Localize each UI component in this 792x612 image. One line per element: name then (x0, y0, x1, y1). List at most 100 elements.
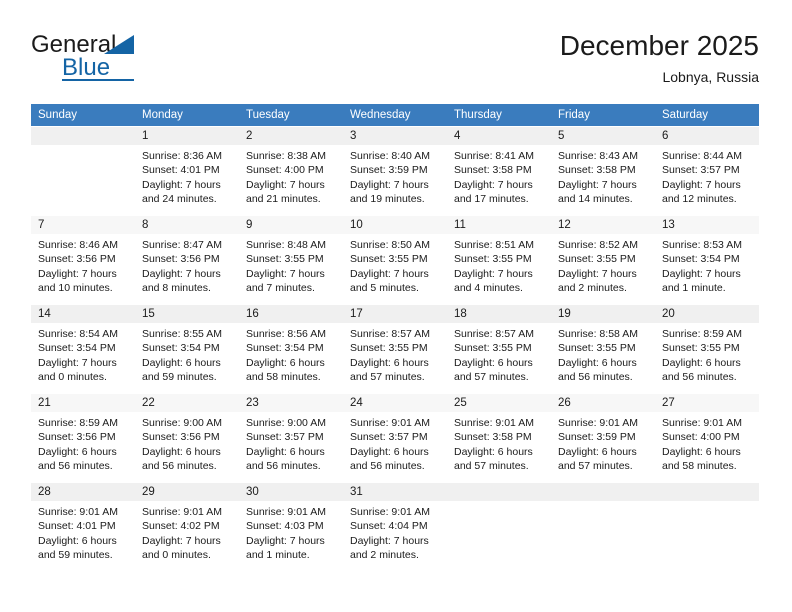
daylight-line-cont: and 58 minutes. (662, 459, 737, 472)
sunset-line: Sunset: 3:59 PM (558, 431, 636, 444)
day-number: 17 (343, 305, 447, 323)
daylight-line-cont: and 4 minutes. (454, 281, 523, 294)
daylight-line-cont: and 17 minutes. (454, 192, 529, 205)
day-cell-inner: 13 Sunrise: 8:53 AM Sunset: 3:54 PM Dayligh… (655, 215, 759, 304)
calendar-day-cell[interactable]: 23 Sunrise: 9:00 AM Sunset: 3:57 PM Dayligh… (239, 393, 343, 482)
calendar-day-cell[interactable]: 4 Sunrise: 8:41 AM Sunset: 3:58 PM Daylight… (447, 126, 551, 215)
day-details: Sunrise: 8:54 AM Sunset: 3:54 PM Daylight:… (31, 323, 135, 384)
day-details (655, 501, 759, 505)
sunset-line: Sunset: 3:54 PM (662, 253, 740, 266)
daylight-line-cont: and 5 minutes. (350, 281, 419, 294)
sunset-line: Sunset: 3:56 PM (38, 253, 116, 266)
calendar-week-row: 14 Sunrise: 8:54 AM Sunset: 3:54 PM Dayligh… (31, 304, 759, 393)
day-cell-inner: 29 Sunrise: 9:01 AM Sunset: 4:02 PM Dayligh… (135, 482, 239, 571)
calendar-day-cell[interactable]: 29 Sunrise: 9:01 AM Sunset: 4:02 PM Dayligh… (135, 482, 239, 571)
sunset-line: Sunset: 3:57 PM (662, 164, 740, 177)
day-cell-inner: 9 Sunrise: 8:48 AM Sunset: 3:55 PM Daylight… (239, 215, 343, 304)
calendar-day-cell[interactable]: 18 Sunrise: 8:57 AM Sunset: 3:55 PM Dayligh… (447, 304, 551, 393)
sunrise-line: Sunrise: 8:36 AM (142, 150, 222, 162)
day-details (551, 501, 655, 505)
sunrise-line: Sunrise: 9:01 AM (246, 506, 326, 518)
sunrise-line: Sunrise: 8:40 AM (350, 150, 430, 162)
day-details: Sunrise: 8:44 AM Sunset: 3:57 PM Daylight:… (655, 145, 759, 206)
calendar-day-cell[interactable]: 28 Sunrise: 9:01 AM Sunset: 4:01 PM Dayligh… (31, 482, 135, 571)
sunrise-line: Sunrise: 8:58 AM (558, 328, 638, 340)
calendar-day-cell (655, 482, 759, 571)
sunrise-line: Sunrise: 9:00 AM (246, 417, 326, 429)
calendar-day-cell[interactable]: 7 Sunrise: 8:46 AM Sunset: 3:56 PM Daylight… (31, 215, 135, 304)
day-cell-inner: 24 Sunrise: 9:01 AM Sunset: 3:57 PM Dayligh… (343, 393, 447, 482)
sunrise-line: Sunrise: 8:50 AM (350, 239, 430, 251)
day-cell-inner (551, 482, 655, 571)
day-details: Sunrise: 9:01 AM Sunset: 4:02 PM Daylight:… (135, 501, 239, 562)
daylight-line-cont: and 56 minutes. (558, 370, 633, 383)
daylight-line: Daylight: 7 hours (350, 534, 429, 547)
calendar-day-cell[interactable]: 5 Sunrise: 8:43 AM Sunset: 3:58 PM Daylight… (551, 126, 655, 215)
day-details: Sunrise: 9:01 AM Sunset: 4:03 PM Daylight:… (239, 501, 343, 562)
calendar-day-cell[interactable]: 25 Sunrise: 9:01 AM Sunset: 3:58 PM Dayligh… (447, 393, 551, 482)
daylight-line: Daylight: 6 hours (558, 445, 637, 458)
calendar-day-cell[interactable]: 8 Sunrise: 8:47 AM Sunset: 3:56 PM Daylight… (135, 215, 239, 304)
weekday-header-tuesday: Tuesday (239, 104, 343, 126)
day-cell-inner: 8 Sunrise: 8:47 AM Sunset: 3:56 PM Daylight… (135, 215, 239, 304)
day-number: 24 (343, 394, 447, 412)
day-details: Sunrise: 8:47 AM Sunset: 3:56 PM Daylight:… (135, 234, 239, 295)
calendar-day-cell[interactable]: 22 Sunrise: 9:00 AM Sunset: 3:56 PM Dayligh… (135, 393, 239, 482)
day-number: 15 (135, 305, 239, 323)
sunrise-line: Sunrise: 8:48 AM (246, 239, 326, 251)
calendar-day-cell[interactable]: 13 Sunrise: 8:53 AM Sunset: 3:54 PM Dayligh… (655, 215, 759, 304)
day-details: Sunrise: 8:48 AM Sunset: 3:55 PM Daylight:… (239, 234, 343, 295)
daylight-line: Daylight: 6 hours (142, 356, 221, 369)
calendar-day-cell[interactable]: 6 Sunrise: 8:44 AM Sunset: 3:57 PM Daylight… (655, 126, 759, 215)
brand-logo[interactable]: General Blue (31, 32, 231, 88)
day-number: 14 (31, 305, 135, 323)
day-details: Sunrise: 9:01 AM Sunset: 4:04 PM Daylight:… (343, 501, 447, 562)
calendar-day-cell[interactable]: 14 Sunrise: 8:54 AM Sunset: 3:54 PM Dayligh… (31, 304, 135, 393)
daylight-line-cont: and 14 minutes. (558, 192, 633, 205)
calendar-day-cell[interactable]: 27 Sunrise: 9:01 AM Sunset: 4:00 PM Dayligh… (655, 393, 759, 482)
calendar-day-cell[interactable]: 12 Sunrise: 8:52 AM Sunset: 3:55 PM Dayligh… (551, 215, 655, 304)
day-details: Sunrise: 8:46 AM Sunset: 3:56 PM Daylight:… (31, 234, 135, 295)
daylight-line: Daylight: 7 hours (142, 178, 221, 191)
sunrise-line: Sunrise: 9:01 AM (558, 417, 638, 429)
sunrise-line: Sunrise: 8:41 AM (454, 150, 534, 162)
day-cell-inner: 10 Sunrise: 8:50 AM Sunset: 3:55 PM Dayligh… (343, 215, 447, 304)
calendar-day-cell[interactable]: 16 Sunrise: 8:56 AM Sunset: 3:54 PM Dayligh… (239, 304, 343, 393)
calendar-day-cell[interactable]: 10 Sunrise: 8:50 AM Sunset: 3:55 PM Dayligh… (343, 215, 447, 304)
calendar-day-cell[interactable]: 21 Sunrise: 8:59 AM Sunset: 3:56 PM Dayligh… (31, 393, 135, 482)
daylight-line: Daylight: 6 hours (350, 356, 429, 369)
calendar-day-cell[interactable]: 15 Sunrise: 8:55 AM Sunset: 3:54 PM Dayligh… (135, 304, 239, 393)
day-number: 3 (343, 127, 447, 145)
day-cell-inner: 28 Sunrise: 9:01 AM Sunset: 4:01 PM Dayligh… (31, 482, 135, 571)
calendar-day-cell[interactable]: 24 Sunrise: 9:01 AM Sunset: 3:57 PM Dayligh… (343, 393, 447, 482)
day-cell-inner: 19 Sunrise: 8:58 AM Sunset: 3:55 PM Dayligh… (551, 304, 655, 393)
day-cell-inner: 25 Sunrise: 9:01 AM Sunset: 3:58 PM Dayligh… (447, 393, 551, 482)
calendar-day-cell[interactable]: 30 Sunrise: 9:01 AM Sunset: 4:03 PM Dayligh… (239, 482, 343, 571)
daylight-line: Daylight: 7 hours (246, 267, 325, 280)
sunrise-line: Sunrise: 8:46 AM (38, 239, 118, 251)
day-number: 13 (655, 216, 759, 234)
daylight-line-cont: and 1 minute. (662, 281, 726, 294)
day-details: Sunrise: 9:01 AM Sunset: 3:57 PM Daylight:… (343, 412, 447, 473)
daylight-line-cont: and 8 minutes. (142, 281, 211, 294)
calendar-day-cell[interactable]: 17 Sunrise: 8:57 AM Sunset: 3:55 PM Dayligh… (343, 304, 447, 393)
sunset-line: Sunset: 3:58 PM (558, 164, 636, 177)
day-cell-inner: 27 Sunrise: 9:01 AM Sunset: 4:00 PM Dayligh… (655, 393, 759, 482)
calendar-day-cell[interactable]: 1 Sunrise: 8:36 AM Sunset: 4:01 PM Daylight… (135, 126, 239, 215)
calendar-day-cell[interactable]: 3 Sunrise: 8:40 AM Sunset: 3:59 PM Daylight… (343, 126, 447, 215)
calendar-day-cell[interactable]: 20 Sunrise: 8:59 AM Sunset: 3:55 PM Dayligh… (655, 304, 759, 393)
day-cell-inner (31, 126, 135, 215)
daylight-line: Daylight: 6 hours (246, 445, 325, 458)
day-number: 27 (655, 394, 759, 412)
calendar-day-cell[interactable]: 9 Sunrise: 8:48 AM Sunset: 3:55 PM Daylight… (239, 215, 343, 304)
calendar-day-cell[interactable]: 11 Sunrise: 8:51 AM Sunset: 3:55 PM Dayligh… (447, 215, 551, 304)
daylight-line-cont: and 7 minutes. (246, 281, 315, 294)
sunrise-line: Sunrise: 8:59 AM (662, 328, 742, 340)
calendar-day-cell[interactable]: 19 Sunrise: 8:58 AM Sunset: 3:55 PM Dayligh… (551, 304, 655, 393)
calendar-day-cell[interactable]: 2 Sunrise: 8:38 AM Sunset: 4:00 PM Daylight… (239, 126, 343, 215)
weekday-header-sunday: Sunday (31, 104, 135, 126)
sunset-line: Sunset: 4:04 PM (350, 520, 428, 533)
calendar-day-cell[interactable]: 31 Sunrise: 9:01 AM Sunset: 4:04 PM Dayligh… (343, 482, 447, 571)
calendar-day-cell[interactable]: 26 Sunrise: 9:01 AM Sunset: 3:59 PM Dayligh… (551, 393, 655, 482)
day-cell-inner: 7 Sunrise: 8:46 AM Sunset: 3:56 PM Daylight… (31, 215, 135, 304)
